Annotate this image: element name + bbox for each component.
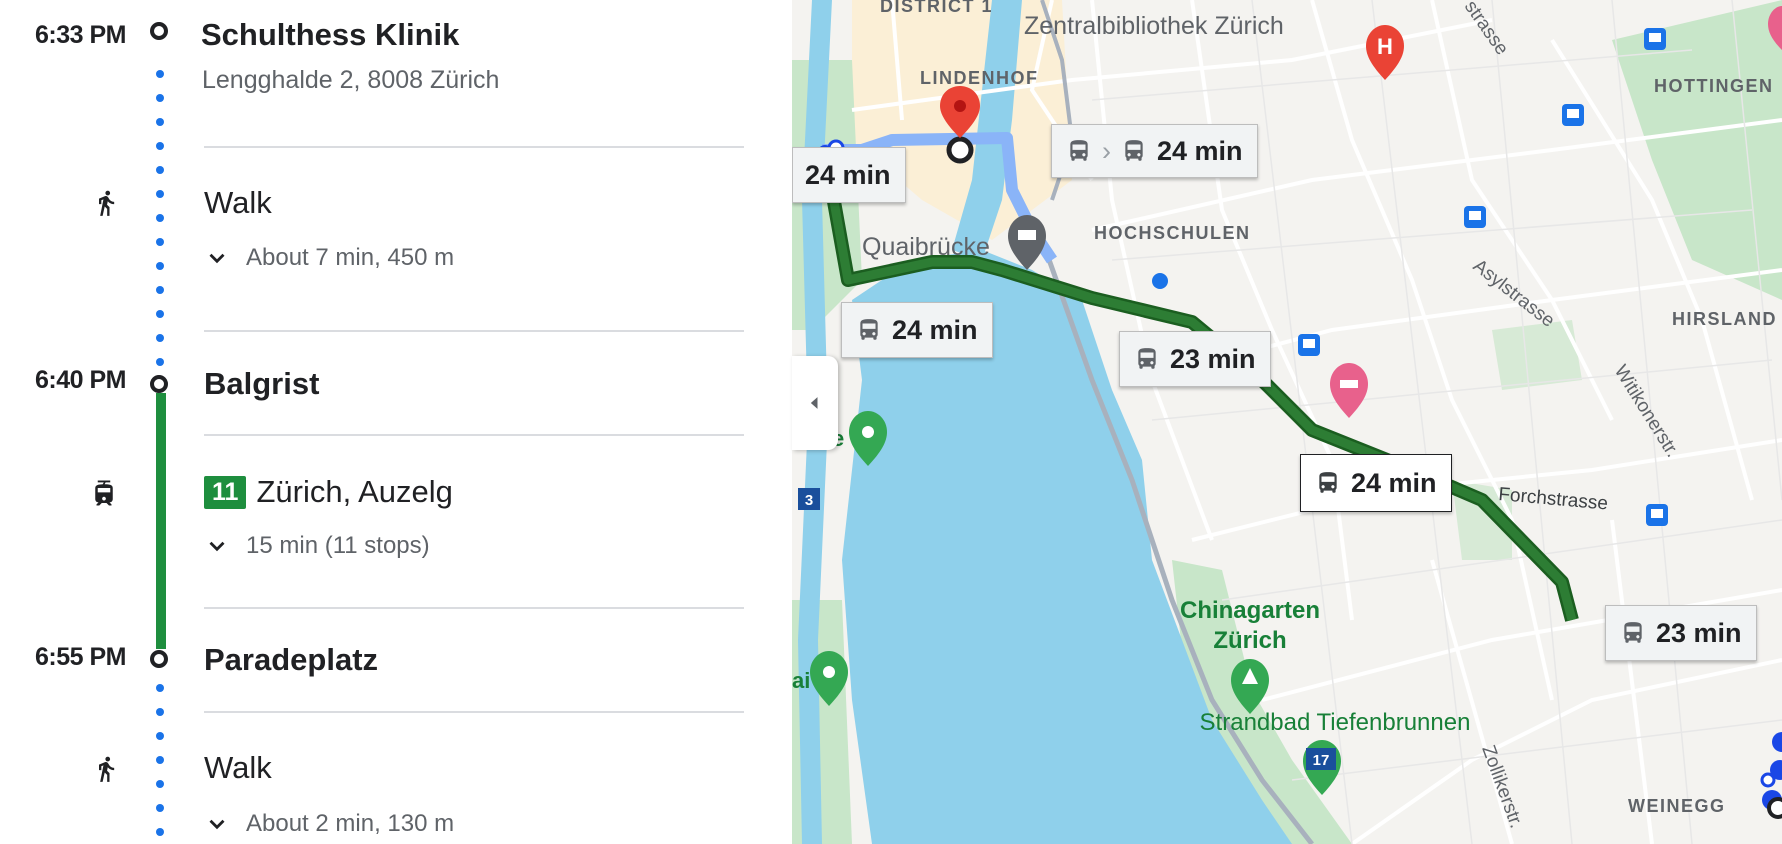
- route-time-label-1[interactable]: 24 min: [792, 147, 906, 203]
- walk-label-2: Walk: [204, 750, 272, 785]
- label-library[interactable]: Zentralbibliothek Zürich: [1024, 12, 1284, 40]
- bus-stop-icon[interactable]: [1298, 334, 1320, 356]
- divider: [204, 146, 744, 148]
- chevron-down-icon: [209, 541, 225, 552]
- divider: [204, 607, 744, 609]
- label-hirsland: HIRSLAND: [1672, 309, 1777, 329]
- line-badge: 11: [204, 475, 247, 509]
- label-hottingen: HOTTINGEN: [1654, 76, 1774, 96]
- label-quaibruecke[interactable]: Quaibrücke: [862, 233, 990, 261]
- road-shield-17: 17: [1313, 752, 1330, 769]
- walk-label-1: Walk: [204, 185, 272, 220]
- route-time-label-5-selected[interactable]: 24 min: [1300, 454, 1452, 512]
- transit-details-toggle[interactable]: 15 min (11 stops): [204, 532, 430, 560]
- map-canvas[interactable]: H 3 17 DISTRICT 1 Zentralbibliothek Züri…: [792, 0, 1782, 844]
- bus-stop-icon[interactable]: [1464, 206, 1486, 228]
- bus-stop-icon[interactable]: [1562, 104, 1584, 126]
- stop2-marker: [150, 650, 168, 668]
- bus-icon: [1070, 140, 1088, 161]
- walk-detail-1: About 7 min, 450 m: [246, 244, 455, 271]
- bus-stop-icon[interactable]: [1646, 504, 1668, 526]
- label-district: DISTRICT 1: [880, 0, 993, 16]
- walk-details-toggle-2[interactable]: About 2 min, 130 m: [204, 810, 454, 838]
- transfer-chevron-icon: ›: [1102, 135, 1111, 166]
- stop2-name[interactable]: Paradeplatz: [204, 642, 378, 678]
- chevron-down-icon: [209, 819, 225, 830]
- origin-marker[interactable]: [1767, 797, 1782, 819]
- destination-marker[interactable]: [946, 136, 974, 164]
- bus-stop-icon[interactable]: [1152, 273, 1168, 289]
- directions-panel: 6:33 PM Schulthess Klinik Lengghalde 2, …: [0, 0, 792, 844]
- divider: [204, 711, 744, 713]
- bus-icon: [1319, 472, 1337, 493]
- origin-stop-marker: [150, 22, 168, 40]
- route-time-text: 23 min: [1656, 617, 1742, 648]
- stop1-name[interactable]: Balgrist: [204, 366, 319, 402]
- origin-time: 6:33 PM: [35, 21, 126, 49]
- label-chinagarten-city[interactable]: Zürich: [1213, 627, 1286, 654]
- stop2-time: 6:55 PM: [35, 643, 126, 671]
- transit-line-row[interactable]: 11 Zürich, Auzelg: [204, 474, 453, 510]
- transit-detail: 15 min (11 stops): [246, 532, 430, 559]
- label-edge-ai: ai: [792, 668, 810, 693]
- route-time-text: 24 min: [805, 159, 891, 190]
- transit-line-bar: [156, 393, 166, 649]
- map-view[interactable]: H 3 17 DISTRICT 1 Zentralbibliothek Züri…: [792, 0, 1782, 844]
- walk-icon: [99, 190, 115, 216]
- route-time-label-4[interactable]: 23 min: [1119, 331, 1271, 387]
- origin-address: Lengghalde 2, 8008 Zürich: [202, 66, 500, 94]
- route-time-text: 24 min: [1351, 467, 1437, 498]
- stop1-time: 6:40 PM: [35, 366, 126, 394]
- walk-detail-2: About 2 min, 130 m: [246, 810, 455, 837]
- divider: [204, 434, 744, 436]
- origin-name[interactable]: Schulthess Klinik: [201, 17, 459, 53]
- walk-icon: [99, 756, 115, 782]
- bus-stop-icon[interactable]: [1644, 28, 1666, 50]
- bus-icon: [1624, 622, 1642, 643]
- bus-icon: [860, 319, 878, 340]
- label-weinegg: WEINEGG: [1628, 796, 1726, 816]
- bus-icon: [1125, 140, 1143, 161]
- road-shield-3: 3: [805, 492, 813, 509]
- label-strandbad[interactable]: Strandbad Tiefenbrunnen: [1200, 709, 1471, 736]
- tram-icon: [95, 480, 113, 506]
- route-time-label-3[interactable]: 24 min: [841, 302, 993, 358]
- chevron-down-icon: [209, 253, 225, 264]
- route-time-label-6[interactable]: 23 min: [1605, 605, 1757, 661]
- collapse-panel-button[interactable]: [792, 356, 838, 450]
- stop1-marker: [150, 375, 168, 393]
- label-lindenhof: LINDENHOF: [920, 68, 1039, 88]
- divider: [204, 330, 744, 332]
- svg-text:H: H: [1377, 34, 1393, 59]
- bus-icon: [1138, 348, 1156, 369]
- route-time-label-2[interactable]: › 24 min: [1051, 124, 1258, 178]
- route-time-text: 24 min: [892, 314, 978, 345]
- walk-details-toggle-1[interactable]: About 7 min, 450 m: [204, 244, 454, 272]
- label-chinagarten[interactable]: Chinagarten: [1180, 597, 1320, 624]
- transit-headsign: Zürich, Auzelg: [256, 474, 453, 509]
- route-time-text: 24 min: [1157, 135, 1243, 166]
- chevron-left-icon: [810, 397, 818, 409]
- label-hochschulen: HOCHSCHULEN: [1094, 223, 1251, 243]
- route-time-text: 23 min: [1170, 343, 1256, 374]
